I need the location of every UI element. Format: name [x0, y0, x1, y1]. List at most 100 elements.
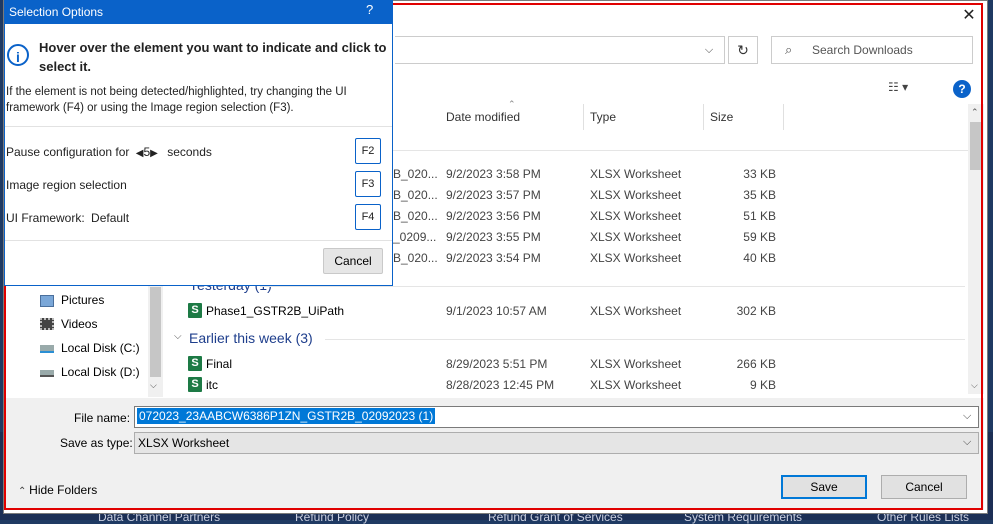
sort-indicator-icon: ⌃ [508, 99, 516, 109]
f2-key-button[interactable]: F2 [355, 138, 381, 164]
cancel-button[interactable]: Cancel [881, 475, 967, 499]
close-icon[interactable]: ✕ [958, 6, 980, 26]
increment-icon[interactable]: ▶ [150, 148, 158, 159]
file-date: 9/2/2023 3:58 PM [446, 167, 541, 181]
file-size: 9 KB [749, 378, 776, 392]
table-row[interactable]: B_020... 9/2/2023 3:58 PM XLSX Worksheet… [393, 166, 968, 186]
pause-unit: seconds [167, 145, 212, 159]
file-type: XLSX Worksheet [590, 251, 682, 265]
nav-item-pictures[interactable]: Pictures [40, 293, 150, 311]
column-type[interactable]: Type [590, 110, 616, 124]
file-date: 9/1/2023 10:57 AM [446, 304, 547, 318]
f4-key-button[interactable]: F4 [355, 204, 381, 230]
pictures-icon [40, 295, 54, 307]
scroll-down-icon[interactable]: ⌵ [150, 380, 157, 391]
panel-title: Selection Options [4, 0, 393, 24]
hide-folders-label: Hide Folders [29, 483, 98, 497]
nav-item-label: Pictures [61, 293, 105, 307]
hide-folders-button[interactable]: ⌃ Hide Folders [18, 483, 97, 497]
ui-framework-label: UI Framework: [6, 211, 85, 225]
group-header-earlier[interactable]: Earlier this week (3) [189, 330, 313, 346]
pause-label: Pause configuration for [6, 145, 130, 159]
divider [5, 240, 392, 241]
videos-icon [40, 318, 54, 330]
table-row[interactable]: B_020... 9/2/2023 3:54 PM XLSX Worksheet… [393, 250, 968, 270]
drive-icon [40, 345, 54, 353]
nav-item-label: Local Disk (C:) [61, 341, 140, 355]
file-name: _0209... [393, 230, 437, 244]
divider [5, 126, 392, 127]
file-list-scrollbar-thumb[interactable] [970, 122, 982, 170]
nav-item-local-disk-d[interactable]: Local Disk (D:) [40, 365, 150, 383]
drive-icon [40, 370, 54, 377]
nav-item-label: Local Disk (D:) [61, 365, 140, 379]
table-row[interactable]: S Phase1_GSTR2B_UiPath 9/1/2023 10:57 AM… [186, 302, 966, 322]
file-type: XLSX Worksheet [590, 304, 682, 318]
file-name-value[interactable]: 072023_23AABCW6386P1ZN_GSTR2B_02092023 (… [135, 407, 437, 425]
column-divider[interactable] [703, 104, 704, 130]
panel-heading: Hover over the element you want to indic… [39, 40, 387, 74]
table-row[interactable]: B_020... 9/2/2023 3:57 PM XLSX Worksheet… [393, 187, 968, 207]
panel-description: If the element is not being detected/hig… [6, 86, 347, 114]
file-name: B_020... [393, 167, 438, 181]
file-name: B_020... [393, 188, 438, 202]
excel-file-icon: S [188, 377, 202, 392]
ui-framework-row: UI Framework: Default [6, 211, 129, 225]
chevron-up-icon: ⌃ [18, 486, 30, 497]
file-type: XLSX Worksheet [590, 378, 682, 392]
info-icon: i [7, 44, 29, 66]
nav-item-videos[interactable]: Videos [40, 317, 150, 335]
search-placeholder: Search Downloads [812, 43, 913, 57]
file-size: 35 KB [743, 188, 776, 202]
refresh-icon[interactable]: ↻ [728, 36, 758, 64]
address-bar[interactable] [395, 36, 725, 64]
file-size: 266 KB [736, 357, 776, 371]
divider [325, 339, 965, 340]
f3-key-button[interactable]: F3 [355, 171, 381, 197]
collapse-chevron-icon[interactable]: ⌵ [174, 331, 182, 342]
panel-cancel-button[interactable]: Cancel [323, 248, 383, 274]
help-icon[interactable]: ? [953, 80, 971, 98]
column-size[interactable]: Size [710, 110, 733, 124]
table-row[interactable]: B_020... 9/2/2023 3:56 PM XLSX Worksheet… [393, 208, 968, 228]
nav-item-local-disk-c[interactable]: Local Disk (C:) [40, 341, 150, 359]
view-options-icon[interactable]: ☷ ▾ [888, 80, 928, 98]
image-region-label: Image region selection [6, 178, 127, 192]
file-name: itc [206, 378, 218, 392]
file-date: 8/28/2023 12:45 PM [446, 378, 555, 392]
chevron-down-icon[interactable]: ⌵ [700, 41, 718, 59]
file-name: B_020... [393, 251, 438, 265]
pause-config-row: Pause configuration for ◀5▶ seconds [6, 145, 212, 159]
file-date: 8/29/2023 5:51 PM [446, 357, 548, 371]
scroll-down-icon[interactable]: ⌵ [971, 380, 978, 391]
column-divider[interactable] [783, 104, 784, 130]
nav-item-label: Videos [61, 317, 98, 331]
file-type: XLSX Worksheet [590, 188, 682, 202]
scroll-up-icon[interactable]: ⌃ [971, 107, 979, 118]
panel-help-icon[interactable]: ? [366, 2, 373, 17]
chevron-down-icon[interactable]: ⌵ [963, 410, 971, 423]
file-name: Phase1_GSTR2B_UiPath [206, 304, 345, 318]
file-size: 51 KB [743, 209, 776, 223]
file-type: XLSX Worksheet [590, 230, 682, 244]
file-size: 33 KB [743, 167, 776, 181]
save-type-value: XLSX Worksheet [138, 436, 230, 450]
file-date: 9/2/2023 3:55 PM [446, 230, 541, 244]
excel-file-icon: S [188, 303, 202, 318]
column-date-modified[interactable]: Date modified [446, 110, 520, 124]
chevron-down-icon[interactable]: ⌵ [963, 436, 971, 449]
save-button[interactable]: Save [781, 475, 867, 499]
divider [260, 286, 965, 287]
column-divider[interactable] [583, 104, 584, 130]
table-row[interactable]: S itc 8/28/2023 12:45 PM XLSX Worksheet … [186, 376, 966, 396]
file-date: 9/2/2023 3:57 PM [446, 188, 541, 202]
save-type-select[interactable] [134, 432, 979, 454]
file-date: 9/2/2023 3:54 PM [446, 251, 541, 265]
table-row[interactable]: S Final 8/29/2023 5:51 PM XLSX Worksheet… [186, 355, 966, 375]
nav-scrollbar-thumb[interactable] [150, 287, 161, 377]
excel-file-icon: S [188, 356, 202, 371]
file-type: XLSX Worksheet [590, 357, 682, 371]
file-type: XLSX Worksheet [590, 167, 682, 181]
table-row[interactable]: _0209... 9/2/2023 3:55 PM XLSX Worksheet… [393, 229, 968, 249]
save-type-label: Save as type: [60, 436, 133, 450]
